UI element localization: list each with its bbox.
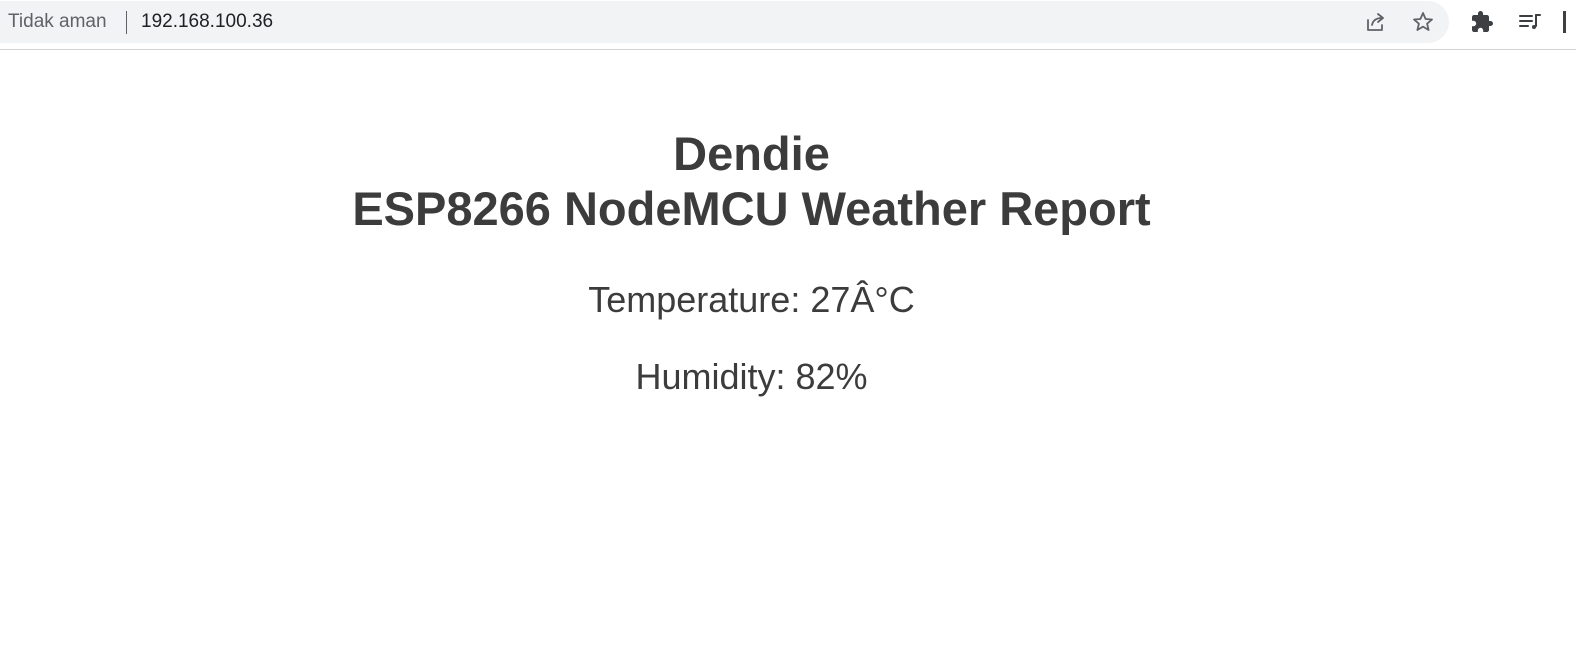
humidity-reading: Humidity: 82% <box>635 356 868 397</box>
title-report-name: ESP8266 NodeMCU Weather Report <box>352 182 1151 235</box>
security-indicator[interactable]: Tidak aman <box>8 12 107 32</box>
page-title: Dendie ESP8266 NodeMCU Weather Report <box>0 126 1503 236</box>
title-owner-name: Dendie <box>673 127 830 180</box>
browser-toolbar: Tidak aman 192.168.100.36 <box>0 0 1576 50</box>
address-divider <box>126 11 127 34</box>
address-bar[interactable]: Tidak aman 192.168.100.36 <box>0 1 1449 43</box>
extensions-puzzle-icon[interactable] <box>1468 8 1496 36</box>
url-text[interactable]: 192.168.100.36 <box>141 12 273 32</box>
media-controls-icon[interactable] <box>1516 8 1544 36</box>
profile-button-edge[interactable] <box>1563 11 1566 33</box>
temperature-reading: Temperature: 27Â°C <box>588 279 915 320</box>
share-icon[interactable] <box>1361 8 1389 36</box>
bookmark-star-icon[interactable] <box>1409 8 1437 36</box>
